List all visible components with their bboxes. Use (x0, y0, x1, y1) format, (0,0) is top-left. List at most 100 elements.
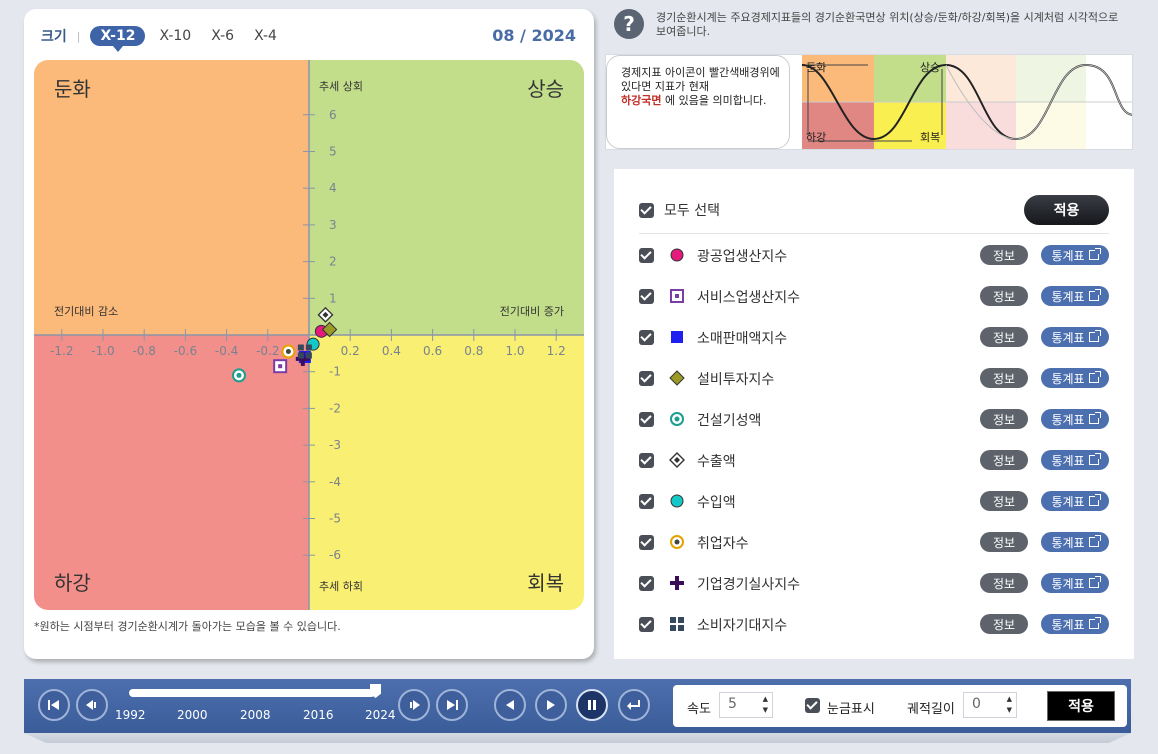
chevron-up-icon[interactable]: ▲ (763, 695, 768, 703)
return-button[interactable] (618, 689, 650, 721)
quadrant-recovery-area (309, 335, 584, 610)
speed-stepper[interactable]: 5 ▲ ▼ (719, 692, 773, 718)
indicator-checkbox[interactable] (639, 411, 654, 427)
info-button[interactable]: 정보 (980, 532, 1028, 552)
select-all-checkbox[interactable] (639, 202, 654, 218)
x-tick-label: 1.0 (505, 344, 524, 358)
chevron-down-icon[interactable]: ▼ (1007, 706, 1012, 714)
stats-table-label: 통계표 (1051, 371, 1085, 386)
trail-length-label: 궤적길이 (907, 702, 955, 717)
size-option-x6[interactable]: X-6 (205, 26, 240, 46)
info-button[interactable]: 정보 (980, 614, 1028, 634)
skip-first-icon (48, 700, 59, 710)
stats-table-button[interactable]: 통계표 (1041, 245, 1109, 265)
info-button[interactable]: 정보 (980, 409, 1028, 429)
y-tick-label: -6 (329, 548, 341, 562)
first-button[interactable] (38, 689, 70, 721)
info-button[interactable]: 정보 (980, 368, 1028, 388)
size-option-x4[interactable]: X-4 (248, 26, 283, 46)
size-option-x10[interactable]: X-10 (153, 26, 197, 46)
bubble-text-1: 경제지표 아이콘이 빨간색배경위에 있다면 지표가 현재 (621, 66, 780, 93)
y-tick-label: 4 (329, 181, 337, 195)
data-point-ring-orange[interactable] (281, 344, 296, 359)
play-backward-button[interactable] (494, 689, 526, 721)
quadrant-label-slowdown: 둔화 (54, 77, 91, 101)
x-tick-label: -0.8 (132, 344, 155, 358)
indicator-label: 건설기성액 (697, 413, 762, 429)
axis-label-trend-down: 추세 하회 (319, 579, 363, 593)
pause-button[interactable] (576, 689, 608, 721)
indicator-checkbox[interactable] (639, 575, 654, 591)
indicator-checkbox[interactable] (639, 329, 654, 345)
trail-length-stepper[interactable]: 0 ▲ ▼ (963, 692, 1017, 718)
indicator-checkbox[interactable] (639, 452, 654, 468)
indicator-checkbox[interactable] (639, 288, 654, 304)
apply-indicators-button[interactable]: 적용 (1024, 195, 1109, 225)
x-tick-label: 0.4 (382, 344, 401, 358)
external-link-icon (1088, 248, 1101, 260)
step-forward-button[interactable] (398, 689, 430, 721)
question-icon[interactable]: ? (614, 9, 644, 39)
indicator-label: 설비투자지수 (697, 372, 775, 388)
info-button[interactable]: 정보 (980, 327, 1028, 347)
pause-icon (588, 700, 596, 710)
play-forward-button[interactable] (535, 689, 567, 721)
y-tick-label: -4 (329, 475, 341, 489)
data-point-ring-teal[interactable] (231, 368, 246, 383)
y-tick-label: 1 (329, 291, 337, 305)
info-button[interactable]: 정보 (980, 491, 1028, 511)
info-button[interactable]: 정보 (980, 450, 1028, 470)
mini-label-rise: 상승 (920, 61, 940, 74)
stats-table-button[interactable]: 통계표 (1041, 450, 1109, 470)
year-label: 2024 (365, 708, 396, 722)
timeline-slider[interactable] (129, 689, 375, 697)
indicator-checkbox[interactable] (639, 616, 654, 632)
info-button[interactable]: 정보 (980, 573, 1028, 593)
indicator-row: 수입액 정보 통계표 (639, 489, 1109, 513)
info-button[interactable]: 정보 (980, 245, 1028, 265)
stats-table-label: 통계표 (1051, 289, 1085, 304)
stats-table-button[interactable]: 통계표 (1041, 368, 1109, 388)
stats-table-button[interactable]: 통계표 (1041, 532, 1109, 552)
size-label: 크기 (41, 29, 67, 45)
cycle-clock-card: 크기 | X-12 X-10 X-6 X-4 08 / 2024 -1.2 -1.… (24, 9, 594, 659)
x-tick-label: -0.4 (215, 344, 238, 358)
year-label: 2000 (177, 708, 208, 722)
indicator-checkbox[interactable] (639, 247, 654, 263)
cycle-clock-plot: -1.2 -1.0 -0.8 -0.6 -0.4 -0.2 0.2 0.4 0.6 0.8 1.0 1… (34, 60, 584, 610)
select-all-row: 모두 선택 적용 (639, 195, 1109, 225)
apply-settings-button[interactable]: 적용 (1047, 691, 1115, 721)
indicator-row: 서비스업생산지수 정보 통계표 (639, 284, 1109, 308)
data-point-square-purple[interactable] (273, 359, 288, 374)
stats-table-button[interactable]: 통계표 (1041, 614, 1109, 634)
step-back-button[interactable] (76, 689, 108, 721)
chevron-down-icon[interactable]: ▼ (763, 706, 768, 714)
grid-display-checkbox[interactable] (805, 698, 820, 713)
indicator-checkbox[interactable] (639, 493, 654, 509)
footnote: *원하는 시점부터 경기순환시계가 돌아가는 모습을 볼 수 있습니다. (34, 620, 341, 633)
indicator-label: 취업자수 (697, 536, 749, 552)
legend-example: 경제지표 아이콘이 빨간색배경위에 있다면 지표가 현재 하강국면 에 있음을 … (605, 54, 1133, 150)
stats-table-button[interactable]: 통계표 (1041, 491, 1109, 511)
indicator-panel: 모두 선택 적용 광공업생산지수 정보 통계표 서비스업생산지수 정보 통계표 소매판매액지… (614, 169, 1134, 659)
playback-settings: 속도 5 ▲ ▼ 눈금표시 궤적길이 0 ▲ ▼ 적용 (673, 685, 1127, 727)
trail-length-value: 0 (972, 696, 981, 712)
stats-table-button[interactable]: 통계표 (1041, 573, 1109, 593)
stats-table-label: 통계표 (1051, 412, 1085, 427)
stats-table-button[interactable]: 통계표 (1041, 409, 1109, 429)
chevron-up-icon[interactable]: ▲ (1007, 695, 1012, 703)
external-link-icon (1088, 371, 1101, 383)
stats-table-label: 통계표 (1051, 494, 1085, 509)
size-option-x12[interactable]: X-12 (90, 26, 146, 52)
play-backward-icon (506, 700, 514, 710)
indicator-checkbox[interactable] (639, 534, 654, 550)
indicator-row: 소비자기대지수 정보 통계표 (639, 612, 1109, 636)
indicator-label: 수입액 (697, 495, 736, 511)
stats-table-button[interactable]: 통계표 (1041, 327, 1109, 347)
last-button[interactable] (436, 689, 468, 721)
indicator-label: 소비자기대지수 (697, 618, 788, 634)
quadrant-slowdown-area (34, 60, 309, 335)
info-button[interactable]: 정보 (980, 286, 1028, 306)
indicator-checkbox[interactable] (639, 370, 654, 386)
stats-table-button[interactable]: 통계표 (1041, 286, 1109, 306)
